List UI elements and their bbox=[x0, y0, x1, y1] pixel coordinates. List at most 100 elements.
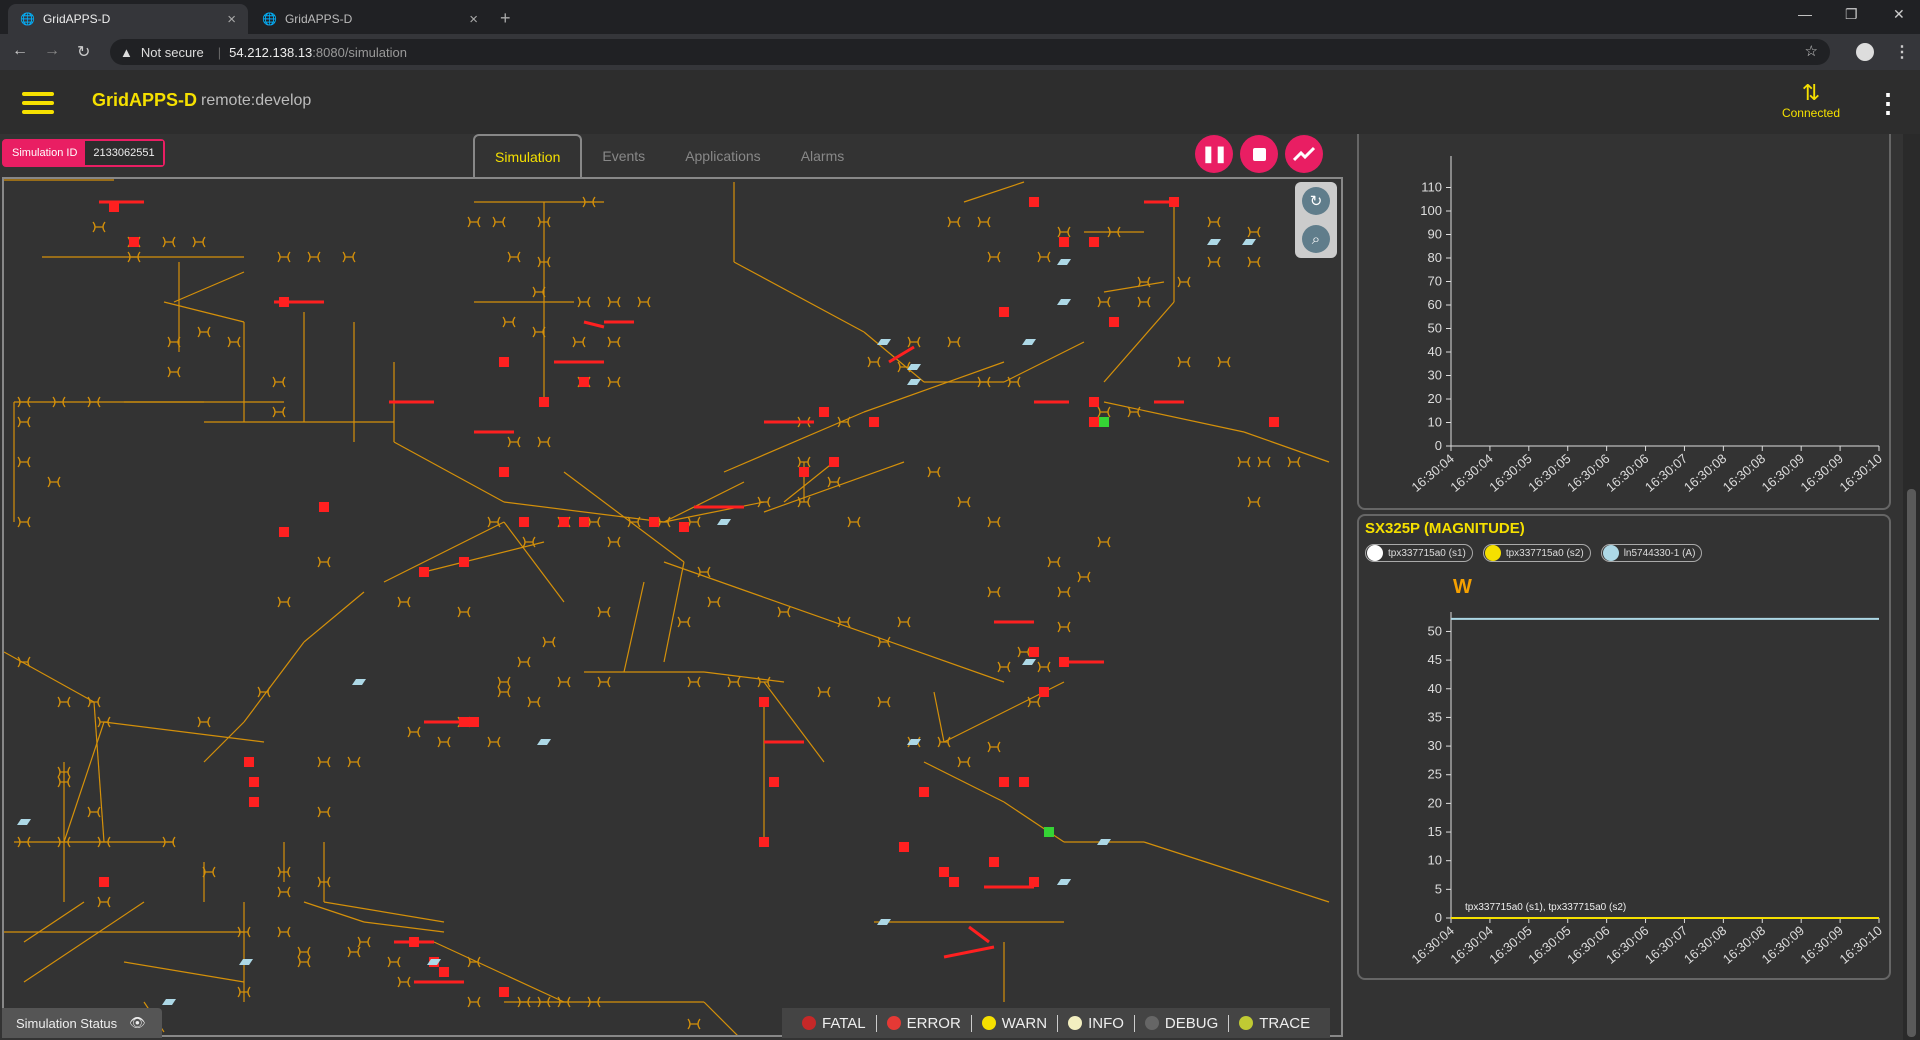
reset-view-icon[interactable]: ↻ bbox=[1302, 187, 1330, 215]
new-tab-button[interactable]: + bbox=[500, 8, 511, 29]
feeder-line bbox=[1243, 431, 1330, 463]
tab-simulation[interactable]: Simulation bbox=[473, 134, 583, 178]
topology-canvas[interactable] bbox=[2, 177, 1343, 1037]
bus-node-glyph bbox=[582, 196, 596, 208]
x-tick-label: 16:30:05 bbox=[1525, 451, 1573, 495]
bus-node-glyph bbox=[1237, 456, 1251, 468]
close-tab-icon[interactable]: × bbox=[227, 11, 236, 28]
scrollbar-thumb[interactable] bbox=[1907, 489, 1916, 1037]
hamburger-menu-icon[interactable] bbox=[22, 92, 54, 114]
back-icon[interactable]: ← bbox=[12, 42, 28, 60]
feeder-line bbox=[623, 581, 645, 673]
log-level-trace[interactable]: TRACE bbox=[1229, 1015, 1320, 1032]
regulator-marker bbox=[907, 364, 921, 370]
url-divider: | bbox=[217, 44, 222, 60]
open-switch-marker bbox=[419, 567, 429, 577]
bus-node-glyph bbox=[162, 836, 176, 848]
x-tick-label: 16:30:04 bbox=[1409, 923, 1457, 967]
bus-node-glyph bbox=[297, 956, 311, 968]
bus-node-glyph bbox=[517, 656, 531, 668]
node-path bbox=[727, 676, 741, 688]
simulation-status-toggle[interactable]: Simulation Status 👁 bbox=[2, 1008, 162, 1038]
log-level-label: TRACE bbox=[1259, 1014, 1311, 1032]
open-switch-marker bbox=[949, 877, 959, 887]
bus-node-glyph bbox=[577, 296, 591, 308]
log-level-warn[interactable]: WARN bbox=[972, 1014, 1059, 1032]
tab-events[interactable]: Events bbox=[582, 134, 665, 178]
node-path bbox=[342, 251, 356, 263]
forward-icon[interactable]: → bbox=[44, 42, 60, 60]
bus-node-glyph bbox=[1177, 276, 1191, 288]
node-path bbox=[1097, 296, 1111, 308]
pause-simulation-button[interactable]: ❚❚ bbox=[1195, 135, 1233, 173]
tab-alarms[interactable]: Alarms bbox=[781, 134, 865, 178]
reload-icon[interactable]: ↻ bbox=[77, 42, 90, 62]
bus-node-glyph bbox=[557, 996, 571, 1008]
node-path bbox=[467, 996, 481, 1008]
toggle-plots-button[interactable] bbox=[1285, 135, 1323, 173]
url-input[interactable]: ▲ Not secure | 54.212.138.13:8080/simula… bbox=[110, 39, 1830, 65]
node-path bbox=[297, 946, 311, 958]
node-path bbox=[587, 996, 601, 1008]
feeder-line bbox=[1143, 841, 1330, 903]
y-tick-label: 5 bbox=[1435, 881, 1442, 896]
node-path bbox=[517, 656, 531, 668]
log-level-debug[interactable]: DEBUG bbox=[1135, 1014, 1230, 1032]
node-path bbox=[162, 236, 176, 248]
y-tick-label: 10 bbox=[1428, 853, 1442, 868]
browser-menu-icon[interactable]: ⋮ bbox=[1894, 42, 1910, 62]
open-switch-marker bbox=[469, 717, 479, 727]
log-level-fatal[interactable]: FATAL bbox=[792, 1014, 877, 1032]
minimize-icon[interactable]: — bbox=[1798, 6, 1812, 22]
feeder-line bbox=[23, 901, 85, 943]
profile-avatar-icon[interactable] bbox=[1856, 43, 1874, 61]
bookmark-star-icon[interactable]: ☆ bbox=[1805, 42, 1818, 60]
y-tick-label: 80 bbox=[1428, 250, 1442, 265]
feeder-topology-graph[interactable] bbox=[4, 179, 1341, 1035]
bus-node-glyph bbox=[57, 696, 71, 708]
node-path bbox=[607, 376, 621, 388]
open-switch-marker bbox=[1019, 777, 1029, 787]
browser-tab[interactable]: 🌐 GridAPPS-D × bbox=[250, 4, 490, 34]
bus-node-glyph bbox=[987, 741, 1001, 753]
zoom-search-icon[interactable]: ⌕ bbox=[1302, 225, 1330, 253]
bus-node-glyph bbox=[97, 896, 111, 908]
open-switch-marker bbox=[759, 837, 769, 847]
more-vert-icon[interactable]: ⋮ bbox=[1875, 88, 1901, 119]
feeder-line bbox=[663, 561, 1005, 683]
log-level-error[interactable]: ERROR bbox=[877, 1014, 972, 1032]
bus-node-glyph bbox=[17, 516, 31, 528]
app-header: GridAPPS-D remote:develop ⇅ Connected ⋮ bbox=[0, 70, 1920, 134]
restore-icon[interactable]: ❐ bbox=[1845, 6, 1858, 23]
log-level-info[interactable]: INFO bbox=[1058, 1014, 1135, 1032]
open-switch-marker bbox=[244, 757, 254, 767]
bus-node-glyph bbox=[687, 516, 701, 528]
bus-node-glyph bbox=[1057, 621, 1071, 633]
node-path bbox=[987, 741, 1001, 753]
connection-status[interactable]: ⇅ Connected bbox=[1778, 80, 1844, 120]
feeder-line bbox=[303, 591, 365, 643]
node-path bbox=[192, 236, 206, 248]
node-path bbox=[97, 716, 111, 728]
tab-applications[interactable]: Applications bbox=[665, 134, 781, 178]
security-label: Not secure bbox=[140, 44, 204, 60]
app-title: GridAPPS-D bbox=[92, 90, 198, 110]
x-tick-label: 16:30:08 bbox=[1681, 451, 1729, 495]
node-path bbox=[687, 516, 701, 528]
node-path bbox=[927, 466, 941, 478]
bus-node-glyph bbox=[1077, 571, 1091, 583]
node-path bbox=[1037, 661, 1051, 673]
node-path bbox=[957, 756, 971, 768]
browser-tab[interactable]: 🌐 GridAPPS-D × bbox=[8, 4, 248, 34]
url-path: :8080/simulation bbox=[312, 44, 407, 60]
panel-scrollbar[interactable] bbox=[1903, 134, 1920, 1040]
node-path bbox=[1097, 536, 1111, 548]
stop-icon bbox=[1252, 147, 1266, 161]
close-tab-icon[interactable]: × bbox=[469, 11, 478, 28]
node-path bbox=[317, 756, 331, 768]
regulator-marker bbox=[1242, 239, 1256, 245]
node-path bbox=[517, 996, 531, 1008]
window-close-icon[interactable]: ✕ bbox=[1893, 6, 1905, 23]
bus-node-glyph bbox=[817, 686, 831, 698]
stop-simulation-button[interactable] bbox=[1240, 135, 1278, 173]
